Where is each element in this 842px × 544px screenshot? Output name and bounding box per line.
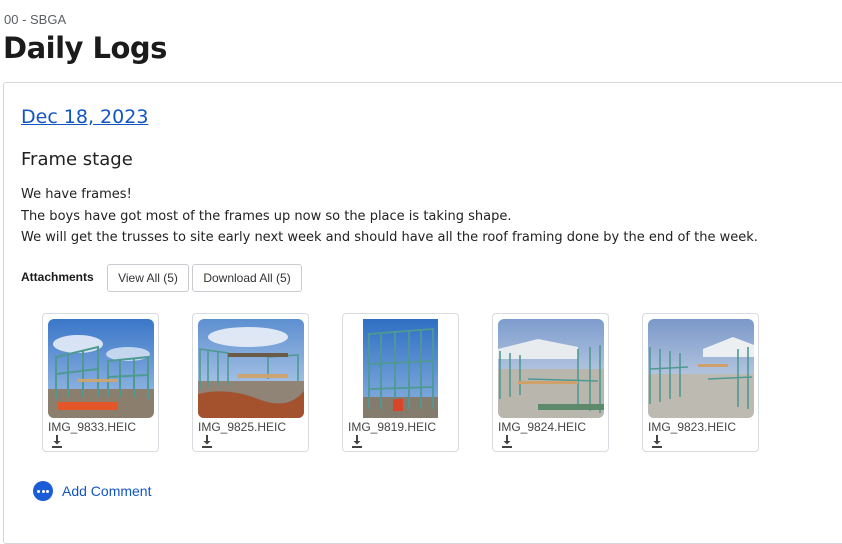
download-icon[interactable]	[650, 434, 664, 448]
download-icon[interactable]	[50, 434, 64, 448]
attachment-filename: IMG_9825.HEIC	[198, 420, 287, 434]
download-icon[interactable]	[500, 434, 514, 448]
comment-icon	[33, 481, 53, 501]
add-comment-button[interactable]: Add Comment	[33, 481, 151, 501]
add-comment-label: Add Comment	[62, 483, 152, 499]
attachment-filename: IMG_9833.HEIC	[48, 420, 137, 434]
log-title: Frame stage	[21, 149, 133, 170]
daily-log-card: Dec 18, 2023 Frame stage We have frames!…	[3, 82, 842, 544]
attachment-thumbnail[interactable]	[363, 319, 438, 418]
log-body: We have frames! The boys have got most o…	[21, 184, 758, 249]
log-date-link[interactable]: Dec 18, 2023	[21, 106, 148, 128]
attachment-thumbnail[interactable]	[648, 319, 754, 418]
attachment-tile[interactable]: IMG_9825.HEIC	[192, 313, 309, 452]
download-icon[interactable]	[200, 434, 214, 448]
attachment-tile[interactable]: IMG_9824.HEIC	[492, 313, 609, 452]
attachment-thumbnail[interactable]	[198, 319, 304, 418]
view-all-button[interactable]: View All (5)	[107, 264, 189, 292]
download-all-button[interactable]: Download All (5)	[192, 264, 302, 292]
attachment-filename: IMG_9823.HEIC	[648, 420, 737, 434]
attachments-label: Attachments	[21, 270, 94, 284]
attachment-filename: IMG_9819.HEIC	[348, 420, 437, 434]
log-body-line: We will get the trusses to site early ne…	[21, 230, 758, 245]
log-body-line: The boys have got most of the frames up …	[21, 208, 512, 224]
attachment-thumbnail[interactable]	[498, 319, 604, 418]
attachment-thumbnail[interactable]	[48, 319, 154, 418]
download-icon[interactable]	[350, 434, 364, 448]
page-title: Daily Logs	[3, 31, 167, 65]
attachment-tile[interactable]: IMG_9819.HEIC	[342, 313, 459, 452]
attachment-tile[interactable]: IMG_9833.HEIC	[42, 313, 159, 452]
attachment-tile[interactable]: IMG_9823.HEIC	[642, 313, 759, 452]
attachment-filename: IMG_9824.HEIC	[498, 420, 587, 434]
log-body-line: We have frames!	[21, 187, 132, 202]
project-code: 00 - SBGA	[4, 12, 67, 27]
